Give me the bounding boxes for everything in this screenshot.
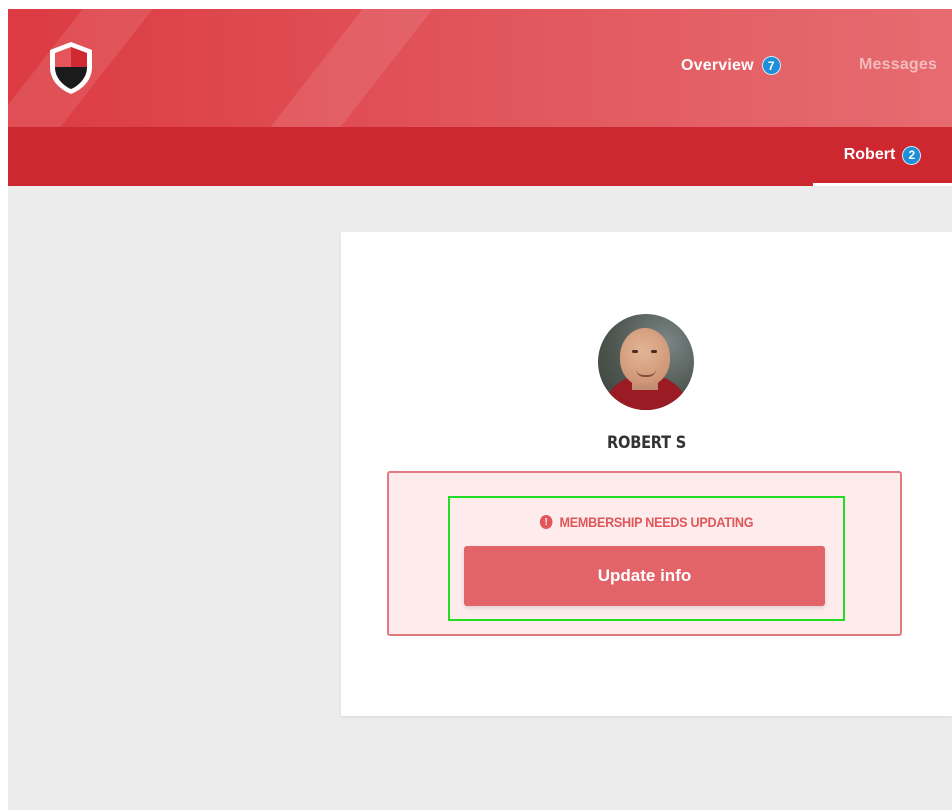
shield-logo-icon[interactable] — [46, 40, 96, 95]
tab-robert-label: Robert — [843, 146, 896, 163]
tab-robert[interactable]: Robert 2 — [813, 127, 952, 186]
sub-navigation-bar: Robert 2 — [8, 127, 952, 186]
tab-robert-badge: 2 — [902, 145, 922, 165]
alert-message-text: MEMBERSHIP NEEDS UPDATING — [559, 514, 754, 530]
profile-card: ROBERT S ! MEMBERSHIP NEEDS UPDATING Upd… — [341, 232, 952, 716]
nav-messages[interactable]: Messages — [859, 56, 937, 74]
nav-overview-badge: 7 — [761, 56, 781, 75]
nav-overview[interactable]: Overview 7 — [681, 56, 781, 75]
header-decoration — [222, 9, 464, 127]
update-info-button[interactable]: Update info — [464, 546, 825, 606]
alert-message: ! MEMBERSHIP NEEDS UPDATING — [470, 514, 824, 530]
nav-overview-label: Overview — [681, 56, 754, 74]
profile-name: ROBERT S — [607, 433, 686, 453]
info-circle-icon: ! — [539, 515, 553, 529]
nav-messages-label: Messages — [859, 56, 938, 73]
membership-alert: ! MEMBERSHIP NEEDS UPDATING Update info — [387, 471, 902, 636]
focus-highlight: ! MEMBERSHIP NEEDS UPDATING Update info — [448, 496, 845, 621]
app-frame: Overview 7 Messages Robert 2 ROBERT S ! — [8, 9, 952, 810]
avatar — [598, 314, 694, 410]
top-navigation-bar: Overview 7 Messages — [8, 9, 952, 127]
